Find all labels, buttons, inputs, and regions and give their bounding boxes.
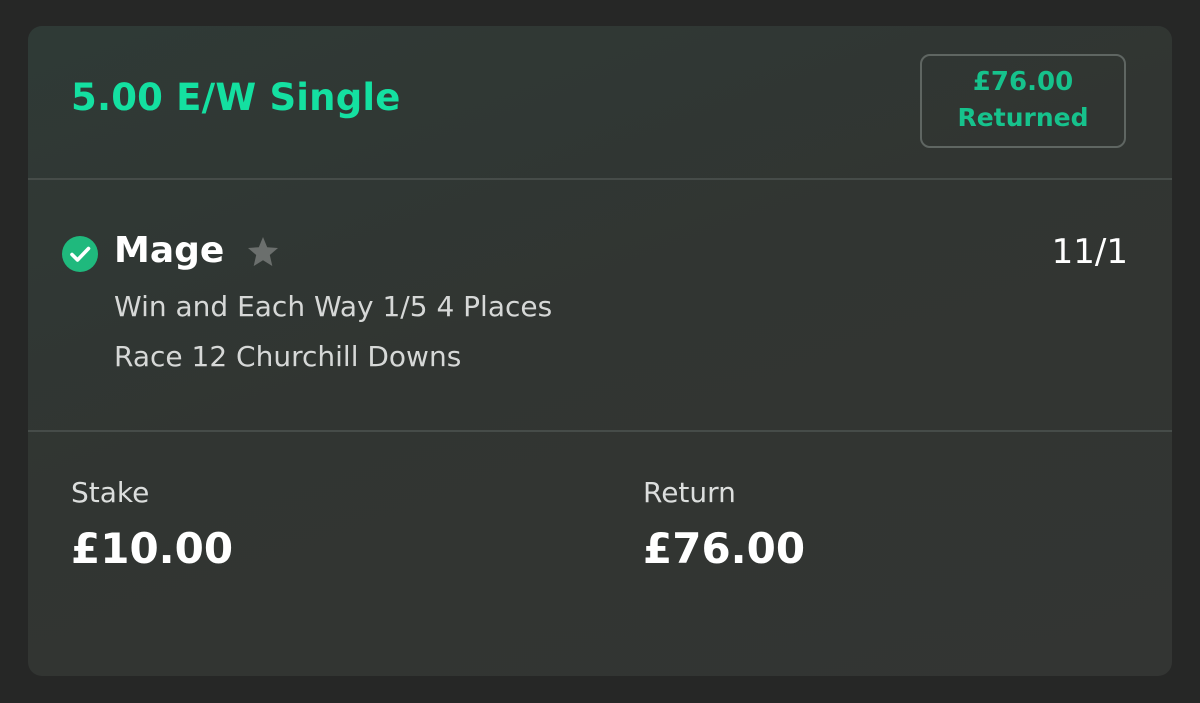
returned-badge: £76.00 Returned bbox=[920, 54, 1126, 148]
selection-odds: 11/1 bbox=[1051, 232, 1128, 272]
check-circle-icon bbox=[62, 236, 98, 272]
bet-title: 5.00 E/W Single bbox=[71, 76, 401, 119]
bet-header: 5.00 E/W Single £76.00 Returned bbox=[28, 26, 1172, 179]
star-icon[interactable] bbox=[245, 234, 281, 270]
bet-card: 5.00 E/W Single £76.00 Returned Mage 11/… bbox=[28, 26, 1172, 676]
returned-amount: £76.00 bbox=[972, 67, 1074, 97]
market-description: Win and Each Way 1/5 4 Places bbox=[114, 290, 553, 323]
bet-summary: Stake £10.00 Return £76.00 bbox=[28, 432, 1172, 676]
returned-label: Returned bbox=[957, 103, 1089, 132]
return-value: £76.00 bbox=[643, 524, 806, 573]
selection-row: Mage 11/1 Win and Each Way 1/5 4 Places … bbox=[28, 180, 1172, 430]
stake-value: £10.00 bbox=[71, 524, 234, 573]
stake-label: Stake bbox=[71, 476, 150, 509]
selection-name: Mage bbox=[114, 230, 225, 271]
event-name: Race 12 Churchill Downs bbox=[114, 340, 462, 373]
return-label: Return bbox=[643, 476, 736, 509]
